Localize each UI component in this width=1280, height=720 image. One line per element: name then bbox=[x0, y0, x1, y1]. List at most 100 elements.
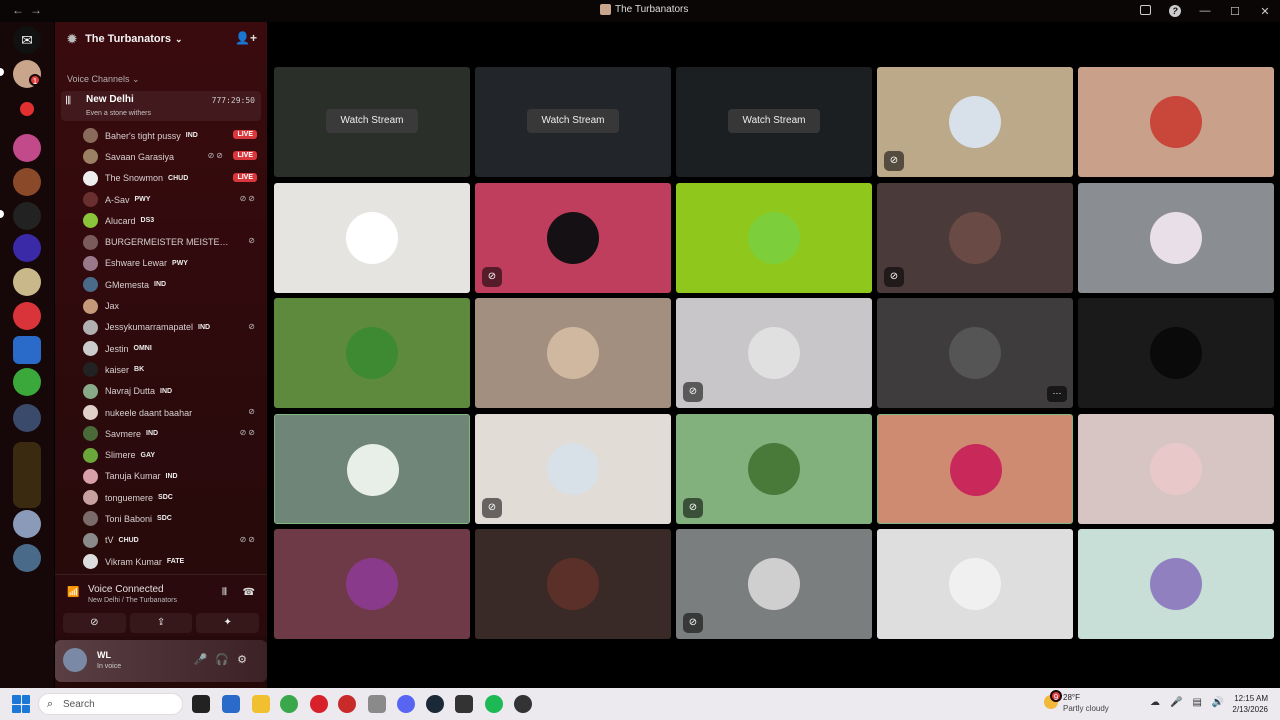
system-tray[interactable]: ☁🎤▤🔊 bbox=[1150, 697, 1234, 708]
disconnect-icon[interactable]: ☎ bbox=[243, 587, 255, 598]
server-icon[interactable] bbox=[13, 134, 41, 162]
participant-tile[interactable] bbox=[1078, 182, 1274, 293]
voice-channel-new-delhi[interactable]: 𝄃𝄃 New Delhi 777:29:50 Even a stone with… bbox=[61, 91, 261, 121]
activities-button[interactable]: ✦ bbox=[196, 613, 260, 633]
chrome-icon[interactable] bbox=[280, 695, 298, 713]
server-icon[interactable] bbox=[13, 404, 41, 432]
mic-tray-icon[interactable]: 🎤 bbox=[1170, 697, 1192, 708]
voice-member[interactable]: Slimere GAY bbox=[83, 444, 261, 465]
voice-member[interactable]: Savmere IND ⊘⊘ bbox=[83, 423, 261, 444]
user-avatar[interactable] bbox=[63, 648, 87, 672]
participant-tile[interactable]: ⊘ bbox=[877, 182, 1073, 293]
app-icon[interactable] bbox=[514, 695, 532, 713]
participant-tile[interactable]: ⊘ bbox=[676, 298, 872, 408]
help-icon[interactable]: ? bbox=[1160, 5, 1190, 17]
camera-off-button[interactable]: ⊘ bbox=[63, 613, 126, 633]
participant-tile[interactable] bbox=[1078, 413, 1274, 524]
server-icon[interactable] bbox=[13, 544, 41, 572]
participant-tile[interactable] bbox=[274, 529, 470, 639]
voice-member[interactable]: tV CHUD ⊘⊘ bbox=[83, 530, 261, 551]
participant-tile[interactable] bbox=[676, 182, 872, 293]
stream-tile[interactable]: Watch Stream bbox=[676, 67, 872, 177]
invite-icon[interactable]: 👤+ bbox=[235, 31, 257, 45]
voice-member[interactable]: Baher's tight pussy IND LIVE bbox=[83, 125, 261, 146]
participant-tile[interactable]: ··· bbox=[877, 298, 1073, 408]
voice-connected-subtitle[interactable]: New Delhi / The Turbanators bbox=[88, 597, 177, 604]
voice-member[interactable]: A-Sav PWY ⊘⊘ bbox=[83, 189, 261, 210]
close-button[interactable]: ✕ bbox=[1250, 5, 1280, 18]
participant-tile[interactable]: ⊘ bbox=[676, 529, 872, 639]
user-name[interactable]: WL bbox=[97, 650, 111, 660]
server-icon[interactable] bbox=[13, 336, 41, 364]
watch-stream-button[interactable]: Watch Stream bbox=[326, 109, 418, 133]
app-icon[interactable] bbox=[338, 695, 356, 713]
snipping-tool-icon[interactable] bbox=[368, 695, 386, 713]
participant-tile[interactable]: ⊘ bbox=[475, 413, 671, 524]
signal-icon[interactable]: 📶 bbox=[67, 587, 79, 598]
taskbar-search[interactable]: ⌕ Search bbox=[38, 693, 183, 715]
category-voice[interactable]: Voice Channels ⌄ bbox=[67, 74, 140, 85]
screen-share-button[interactable]: ⇪ bbox=[129, 613, 193, 633]
microphone-icon[interactable]: 🎤 bbox=[194, 654, 216, 666]
noise-suppression-icon[interactable]: 𝄃𝄃 bbox=[223, 587, 227, 598]
server-icon[interactable] bbox=[13, 168, 41, 196]
volume-icon[interactable]: 🔊 bbox=[1212, 697, 1234, 708]
more-options-button[interactable]: ··· bbox=[1047, 386, 1067, 402]
voice-member[interactable]: GMemesta IND bbox=[83, 274, 261, 295]
headphones-icon[interactable]: 🎧 bbox=[215, 654, 237, 666]
watch-stream-button[interactable]: Watch Stream bbox=[527, 109, 619, 133]
voice-member[interactable]: Alucard DS3 bbox=[83, 210, 261, 231]
server-header[interactable]: ✹ The Turbanators ⌄ 👤+ bbox=[55, 22, 267, 56]
voice-member[interactable]: tonguemere SDC bbox=[83, 487, 261, 508]
discord-icon[interactable] bbox=[397, 695, 415, 713]
watch-stream-button[interactable]: Watch Stream bbox=[728, 109, 820, 133]
voice-member[interactable]: The Snowmon CHUD LIVE bbox=[83, 168, 261, 189]
voice-member[interactable]: Jessykumarramapatel IND ⊘ bbox=[83, 317, 261, 338]
participant-tile[interactable] bbox=[475, 529, 671, 639]
outlook-icon[interactable] bbox=[222, 695, 240, 713]
participant-tile[interactable] bbox=[1078, 67, 1274, 177]
server-icon[interactable] bbox=[13, 302, 41, 330]
folder-icon[interactable] bbox=[20, 102, 34, 116]
opera-icon[interactable] bbox=[310, 695, 328, 713]
server-icon[interactable] bbox=[13, 202, 41, 230]
participant-tile[interactable]: ⊘ bbox=[475, 182, 671, 293]
server-icon[interactable] bbox=[13, 368, 41, 396]
task-view-icon[interactable] bbox=[192, 695, 210, 713]
settings-gear-icon[interactable]: ⚙ bbox=[237, 654, 255, 666]
voice-member[interactable]: nukeele daant baahar ⊘ bbox=[83, 402, 261, 423]
participant-tile[interactable] bbox=[274, 182, 470, 293]
server-folder[interactable] bbox=[13, 442, 41, 508]
server-icon[interactable] bbox=[13, 234, 41, 262]
stream-tile[interactable]: Watch Stream bbox=[274, 67, 470, 177]
windows-start-icon[interactable] bbox=[12, 695, 30, 713]
voice-member[interactable]: Jestin OMNI bbox=[83, 338, 261, 359]
participant-tile[interactable]: ⊘ bbox=[676, 413, 872, 524]
clock[interactable]: 12:15 AM 2/13/2026 bbox=[1232, 693, 1268, 715]
maximize-button[interactable]: ☐ bbox=[1220, 5, 1250, 18]
voice-member[interactable]: Jax bbox=[83, 295, 261, 316]
participant-tile[interactable] bbox=[1078, 298, 1274, 408]
participant-tile[interactable] bbox=[877, 529, 1073, 639]
minimize-button[interactable]: — bbox=[1190, 5, 1220, 17]
discord-home-icon[interactable]: ✉ bbox=[13, 26, 41, 54]
participant-tile[interactable] bbox=[475, 298, 671, 408]
participant-tile[interactable] bbox=[1078, 529, 1274, 639]
inbox-icon[interactable] bbox=[1130, 4, 1160, 18]
voice-member[interactable]: Savaan Garasiya ⊘⊘ LIVE bbox=[83, 146, 261, 167]
voice-member[interactable]: Vikram Kumar FATE bbox=[83, 551, 261, 572]
voice-member[interactable]: Toni Baboni SDC bbox=[83, 508, 261, 529]
participant-tile[interactable] bbox=[877, 413, 1073, 524]
network-icon[interactable]: ▤ bbox=[1192, 697, 1211, 708]
voice-member[interactable]: Eshware Lewar PWY bbox=[83, 253, 261, 274]
participant-tile[interactable] bbox=[274, 413, 470, 524]
participant-tile[interactable] bbox=[274, 298, 470, 408]
app-icon[interactable] bbox=[455, 695, 473, 713]
stream-tile[interactable]: Watch Stream bbox=[475, 67, 671, 177]
file-explorer-icon[interactable] bbox=[252, 695, 270, 713]
voice-member[interactable]: BURGERMEISTER MEISTERBU... ⊘ bbox=[83, 231, 261, 252]
voice-member[interactable]: Navraj Dutta IND bbox=[83, 381, 261, 402]
participant-tile[interactable]: ⊘ bbox=[877, 67, 1073, 177]
steam-icon[interactable] bbox=[426, 695, 444, 713]
spotify-icon[interactable] bbox=[485, 695, 503, 713]
